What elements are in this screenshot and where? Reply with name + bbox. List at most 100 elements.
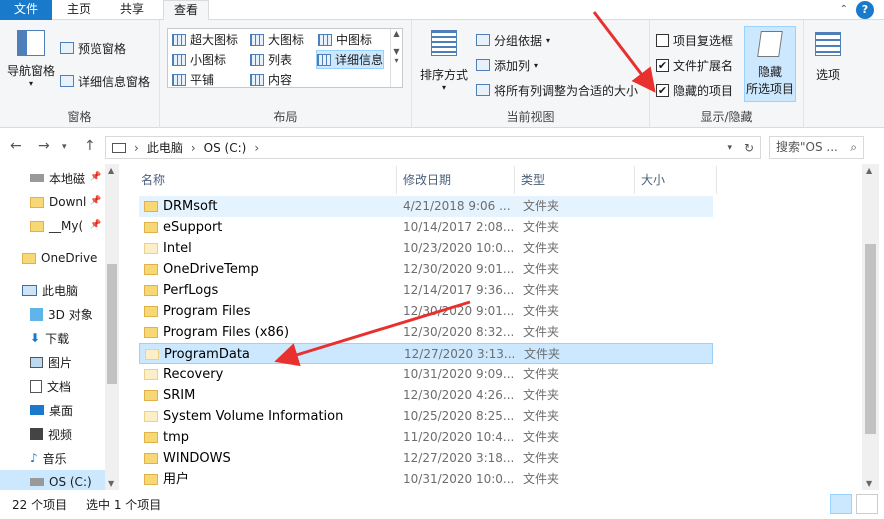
tab-home[interactable]: 主页 xyxy=(55,0,103,20)
nav-item-pictures[interactable]: 图片 xyxy=(30,350,72,374)
row-type: 文件夹 xyxy=(523,472,560,486)
folder-icon xyxy=(144,285,158,296)
column-header-size[interactable]: 大小 xyxy=(635,166,717,194)
nav-pane-button[interactable]: 导航窗格 ▾ xyxy=(4,30,58,88)
recent-locations-chevron-icon[interactable]: ▾ xyxy=(62,142,67,152)
row-name: OneDriveTemp xyxy=(163,262,259,277)
table-row[interactable]: OneDriveTemp 12/30/2020 9:01... 文件夹 xyxy=(139,259,713,280)
file-extensions-toggle[interactable]: ✔ 文件扩展名 xyxy=(656,55,733,75)
checkbox[interactable] xyxy=(656,33,669,47)
tab-view[interactable]: 查看 xyxy=(163,0,209,21)
sort-by-button[interactable]: 排序方式 ▾ xyxy=(418,30,470,92)
up-arrow-icon[interactable]: ↑ xyxy=(84,138,96,154)
details-view-icon[interactable] xyxy=(830,494,852,514)
nav-item-my[interactable]: __My( xyxy=(30,214,83,238)
nav-item-music[interactable]: ♪ 音乐 xyxy=(30,446,67,470)
back-arrow-icon[interactable]: ← xyxy=(10,138,22,154)
drive-icon xyxy=(30,478,44,486)
scroll-down-icon[interactable]: ▼ xyxy=(108,479,114,488)
folder-icon xyxy=(144,432,158,443)
table-row[interactable]: System Volume Information 10/25/2020 8:25… xyxy=(139,406,713,427)
row-name: eSupport xyxy=(163,220,223,235)
item-checkboxes-toggle[interactable]: 项目复选框 xyxy=(656,30,733,50)
table-row[interactable]: WINDOWS 12/27/2020 3:18... 文件夹 xyxy=(139,448,713,469)
column-header-type[interactable]: 类型 xyxy=(515,166,635,194)
nav-item-this-pc[interactable]: 此电脑 xyxy=(22,278,78,302)
scroll-down-icon[interactable]: ▼ xyxy=(866,479,872,488)
scroll-up-icon[interactable]: ▲ xyxy=(866,166,872,175)
chevron-up-icon[interactable]: ⌃ xyxy=(840,4,848,15)
add-column-button[interactable]: 添加列 ▾ xyxy=(476,55,538,75)
nav-item-downloads[interactable]: Downl xyxy=(30,190,86,214)
nav-item-os-c[interactable]: OS (C:) xyxy=(0,470,105,490)
row-type: 文件夹 xyxy=(523,325,560,339)
table-row[interactable]: tmp 11/20/2020 10:4... 文件夹 xyxy=(139,427,713,448)
large-icons-view-icon[interactable] xyxy=(856,494,878,514)
layout-details[interactable]: 详细信息 xyxy=(316,50,385,69)
layout-extra-large-icons[interactable]: 超大图标 xyxy=(172,30,238,49)
refresh-icon[interactable]: ↻ xyxy=(744,141,754,155)
folder-icon xyxy=(144,222,158,233)
layout-medium-icons[interactable]: 中图标 xyxy=(318,30,372,49)
column-header-name[interactable]: 名称 xyxy=(135,166,397,194)
layout-tiles[interactable]: 平铺 xyxy=(172,70,214,89)
layout-item-label: 详细信息 xyxy=(335,53,384,67)
preview-pane-button[interactable]: 预览窗格 xyxy=(60,38,126,58)
scroll-up-icon[interactable]: ▲ xyxy=(108,166,114,175)
table-row[interactable]: Program Files 12/30/2020 9:01... 文件夹 xyxy=(139,301,713,322)
nav-item-documents[interactable]: 文档 xyxy=(30,374,71,398)
table-row[interactable]: Program Files (x86) 12/30/2020 8:32... 文件夹 xyxy=(139,322,713,343)
column-header-date[interactable]: 修改日期 xyxy=(397,166,515,194)
nav-item-local-disk[interactable]: 本地磁 xyxy=(30,166,85,190)
layout-scroll-arrows[interactable]: ▲ ▼ ▾ xyxy=(390,29,402,87)
table-row[interactable]: DRMsoft 4/21/2018 9:06 ... 文件夹 xyxy=(139,196,713,217)
breadcrumb-os-c[interactable]: OS (C:) xyxy=(204,141,247,155)
tab-file[interactable]: 文件 xyxy=(0,0,52,20)
preview-pane-label: 预览窗格 xyxy=(78,41,127,56)
layout-large-icons[interactable]: 大图标 xyxy=(250,30,304,49)
nav-scroll-thumb[interactable] xyxy=(107,264,117,384)
nav-item-onedrive[interactable]: OneDrive xyxy=(22,246,97,270)
table-row[interactable]: 用户 10/31/2020 10:0... 文件夹 xyxy=(139,469,713,490)
file-extensions-label: 文件扩展名 xyxy=(673,58,734,73)
table-row[interactable]: Intel 10/23/2020 10:0... 文件夹 xyxy=(139,238,713,259)
group-by-button[interactable]: 分组依据 ▾ xyxy=(476,30,550,50)
address-bar[interactable]: › 此电脑 › OS (C:) › ▾ ↻ xyxy=(105,136,761,159)
table-row[interactable]: ProgramData 12/27/2020 3:13... 文件夹 xyxy=(139,343,713,364)
nav-item-label: 3D 对象 xyxy=(48,307,93,322)
file-list-scrollbar[interactable]: ▲ ▼ xyxy=(862,164,879,490)
nav-item-desktop[interactable]: 桌面 xyxy=(30,398,73,422)
address-dropdown-icon[interactable]: ▾ xyxy=(727,143,732,153)
row-name: WINDOWS xyxy=(163,451,231,466)
table-row[interactable]: Recovery 10/31/2020 9:09... 文件夹 xyxy=(139,364,713,385)
layout-content[interactable]: 内容 xyxy=(250,70,292,89)
folder-icon xyxy=(144,453,158,464)
table-row[interactable]: PerfLogs 12/14/2017 9:36... 文件夹 xyxy=(139,280,713,301)
layout-small-icons[interactable]: 小图标 xyxy=(172,50,226,69)
search-input[interactable]: 搜索"OS ... ⌕ xyxy=(769,136,864,159)
table-row[interactable]: SRIM 12/30/2020 4:26... 文件夹 xyxy=(139,385,713,406)
breadcrumb-separator-icon: › xyxy=(134,140,139,155)
row-date: 12/30/2020 4:26... xyxy=(403,388,513,402)
hide-selected-button[interactable]: 隐藏 所选项目 xyxy=(744,26,796,102)
details-pane-button[interactable]: 详细信息窗格 xyxy=(60,71,150,91)
nav-item-3d-objects[interactable]: 3D 对象 xyxy=(30,302,93,326)
nav-pane-scrollbar[interactable]: ▲ ▼ xyxy=(105,164,119,490)
table-row[interactable]: eSupport 10/14/2017 2:08... 文件夹 xyxy=(139,217,713,238)
options-button[interactable]: 选项 xyxy=(806,32,850,83)
fit-columns-button[interactable]: 将所有列调整为合适的大小 xyxy=(476,80,638,100)
tab-share[interactable]: 共享 xyxy=(108,0,156,20)
checkbox-checked[interactable]: ✔ xyxy=(656,83,669,97)
hidden-items-toggle[interactable]: ✔ 隐藏的项目 xyxy=(656,80,733,100)
nav-item-videos[interactable]: 视频 xyxy=(30,422,72,446)
breadcrumb-this-pc[interactable]: 此电脑 xyxy=(147,139,183,156)
forward-arrow-icon[interactable]: → xyxy=(38,138,50,154)
nav-item-downloads-pc[interactable]: ⬇ 下载 xyxy=(30,326,69,350)
help-icon[interactable]: ? xyxy=(856,1,874,19)
folder-icon xyxy=(144,243,158,254)
file-list-scroll-thumb[interactable] xyxy=(865,244,876,434)
row-date: 12/14/2017 9:36... xyxy=(403,283,513,297)
checkbox-checked[interactable]: ✔ xyxy=(656,58,669,72)
layout-list[interactable]: 列表 xyxy=(250,50,292,69)
folder-icon xyxy=(144,327,158,338)
